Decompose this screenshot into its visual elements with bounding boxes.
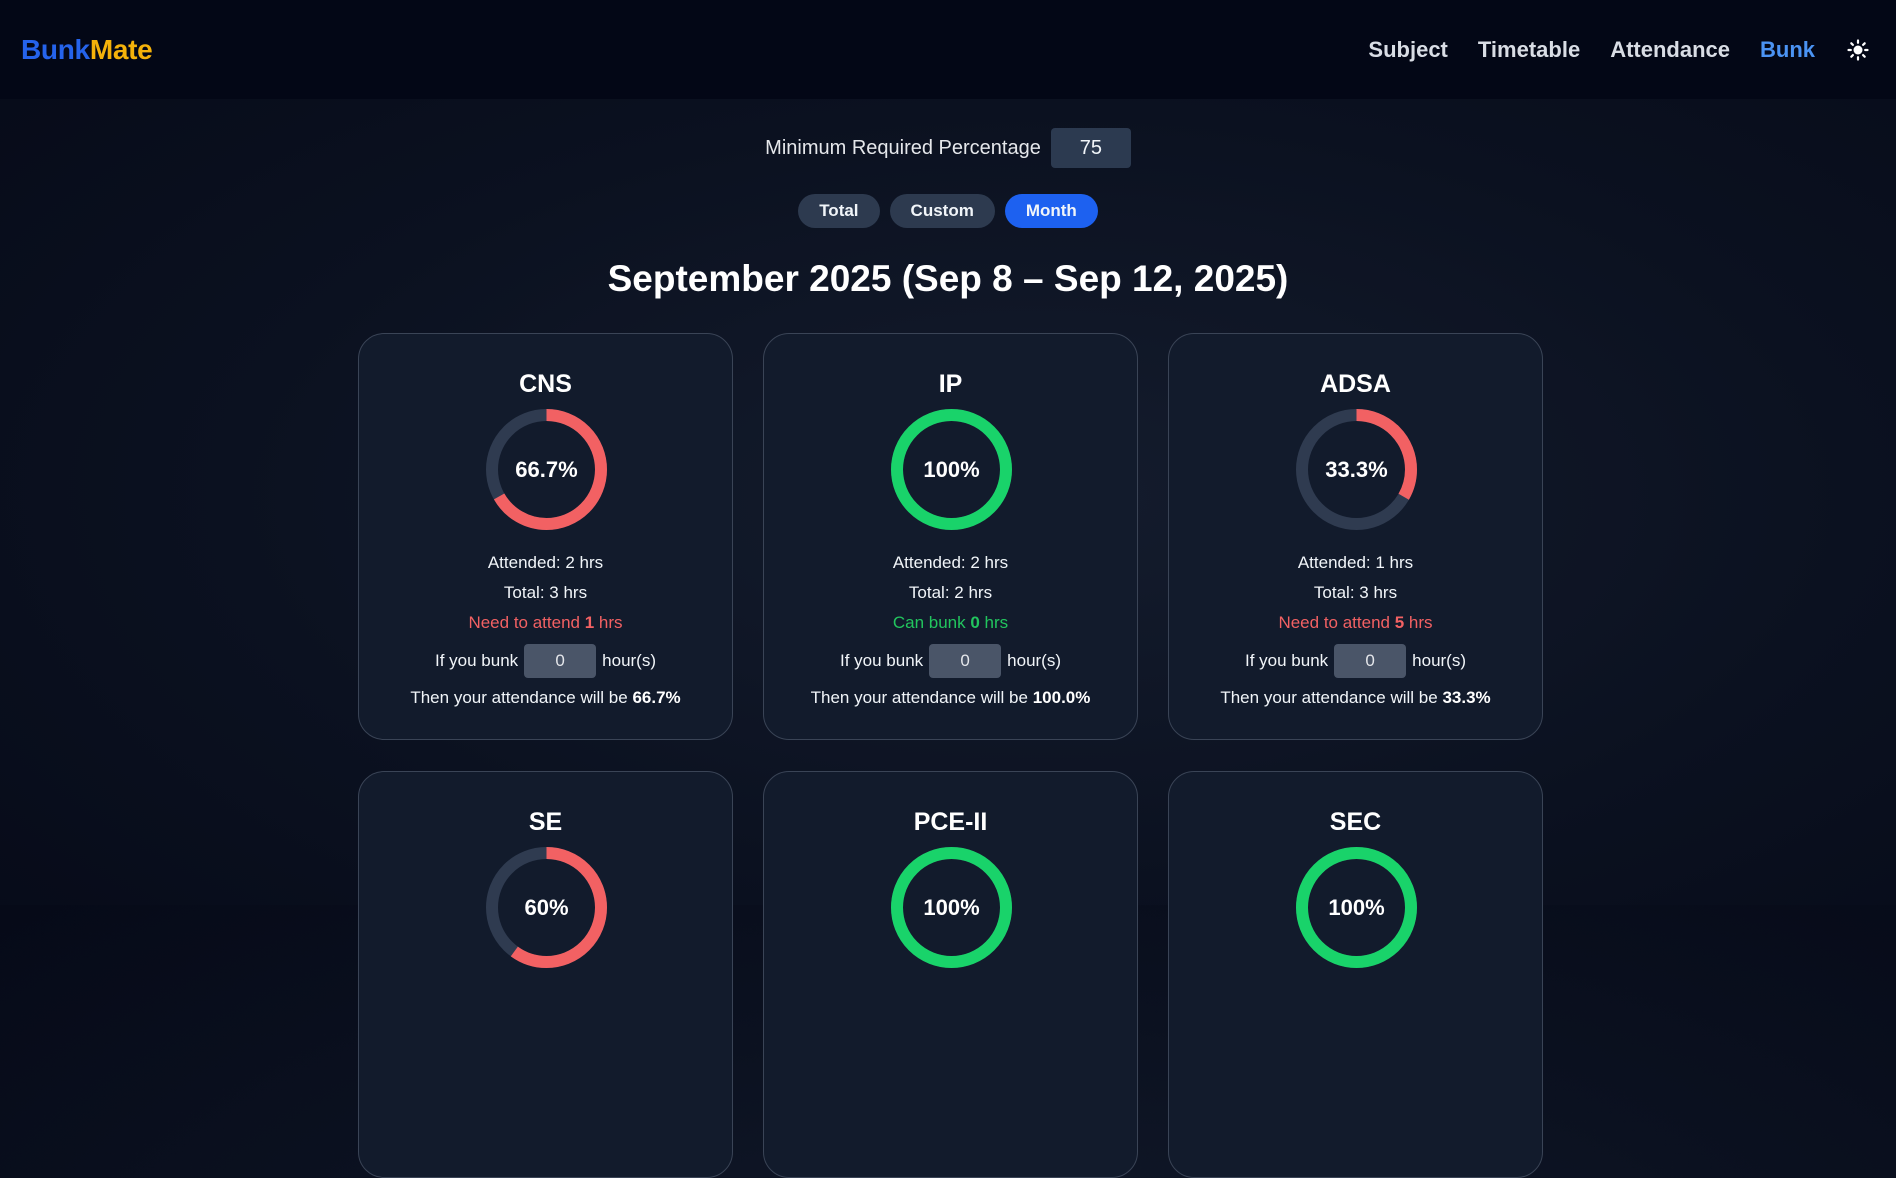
- percent-label: 60%: [524, 894, 569, 920]
- attended-text: Attended: 2 hrs: [487, 553, 604, 572]
- percent-label: 100%: [923, 894, 980, 920]
- brand-part2: Mate: [89, 33, 153, 65]
- sun-icon[interactable]: [1845, 37, 1871, 63]
- if-bunk-label: If you bunk: [839, 651, 924, 670]
- projected-attendance: Then your attendance will be 33.3%: [1220, 688, 1491, 707]
- total-text: Total: 3 hrs: [1313, 583, 1398, 602]
- navbar: BunkMate Subject Timetable Attendance Bu…: [0, 0, 1896, 99]
- projected-attendance: Then your attendance will be 66.7%: [410, 688, 681, 707]
- subject-name: ADSA: [1320, 370, 1391, 398]
- bunk-hours-input[interactable]: [524, 644, 597, 678]
- progress-ring: 33.3%: [1296, 409, 1417, 530]
- bunk-hours-input[interactable]: [929, 644, 1002, 678]
- hours-unit-label: hour(s): [602, 651, 657, 670]
- attended-text: Attended: 2 hrs: [892, 553, 1009, 572]
- nav-timetable[interactable]: Timetable: [1478, 37, 1580, 63]
- projected-attendance: Then your attendance will be 100.0%: [810, 688, 1091, 707]
- subject-name: SE: [528, 808, 563, 836]
- bunk-row: If you bunk hour(s): [764, 644, 1137, 678]
- nav-subject[interactable]: Subject: [1368, 37, 1447, 63]
- subject-card: PCE-II 100%: [763, 771, 1138, 1178]
- subject-name: IP: [938, 370, 963, 398]
- subject-card: IP 100% Attended: 2 hrs Total: 2 hrs Can…: [763, 333, 1138, 740]
- tab-custom[interactable]: Custom: [889, 194, 995, 228]
- percent-label: 33.3%: [1325, 456, 1388, 482]
- brand-part1: Bunk: [21, 33, 90, 65]
- bunk-row: If you bunk hour(s): [359, 644, 732, 678]
- percent-label: 100%: [1328, 894, 1385, 920]
- bunk-row: If you bunk hour(s): [1169, 644, 1542, 678]
- hours-unit-label: hour(s): [1007, 651, 1062, 670]
- percent-label: 100%: [923, 456, 980, 482]
- mode-tabs: Total Custom Month: [0, 194, 1896, 228]
- nav-links: Subject Timetable Attendance Bunk: [1368, 37, 1875, 63]
- subject-card: CNS 66.7% Attended: 2 hrs Total: 3 hrs N…: [358, 333, 733, 740]
- subject-card: SE 60%: [358, 771, 733, 1178]
- status-text: Can bunk 0 hrs: [892, 613, 1009, 632]
- subject-card: SEC 100%: [1168, 771, 1543, 1178]
- subject-name: CNS: [519, 370, 572, 398]
- percent-label: 66.7%: [515, 456, 578, 482]
- progress-ring: 100%: [891, 847, 1012, 968]
- subject-grid: CNS 66.7% Attended: 2 hrs Total: 3 hrs N…: [358, 333, 1543, 1178]
- period-title: September 2025 (Sep 8 – Sep 12, 2025): [607, 258, 1289, 299]
- attended-text: Attended: 1 hrs: [1297, 553, 1414, 572]
- total-text: Total: 3 hrs: [503, 583, 588, 602]
- bunk-hours-input[interactable]: [1334, 644, 1407, 678]
- status-text: Need to attend 1 hrs: [468, 613, 623, 632]
- progress-ring: 60%: [486, 847, 607, 968]
- min-percentage-control: Minimum Required Percentage: [0, 128, 1896, 168]
- hours-unit-label: hour(s): [1412, 651, 1467, 670]
- progress-ring: 100%: [1296, 847, 1417, 968]
- progress-ring: 66.7%: [486, 409, 607, 530]
- subject-name: SEC: [1329, 808, 1382, 836]
- if-bunk-label: If you bunk: [1244, 651, 1329, 670]
- nav-bunk[interactable]: Bunk: [1760, 37, 1815, 63]
- if-bunk-label: If you bunk: [434, 651, 519, 670]
- total-text: Total: 2 hrs: [908, 583, 993, 602]
- tab-total[interactable]: Total: [798, 194, 880, 228]
- nav-attendance[interactable]: Attendance: [1610, 37, 1730, 63]
- min-percentage-input[interactable]: [1050, 128, 1131, 168]
- status-text: Need to attend 5 hrs: [1278, 613, 1433, 632]
- brand-logo[interactable]: BunkMate: [21, 33, 153, 66]
- tab-month[interactable]: Month: [1004, 194, 1098, 228]
- progress-ring: 100%: [891, 409, 1012, 530]
- min-percentage-label: Minimum Required Percentage: [765, 136, 1041, 159]
- subject-card: ADSA 33.3% Attended: 1 hrs Total: 3 hrs …: [1168, 333, 1543, 740]
- subject-name: PCE-II: [913, 808, 988, 836]
